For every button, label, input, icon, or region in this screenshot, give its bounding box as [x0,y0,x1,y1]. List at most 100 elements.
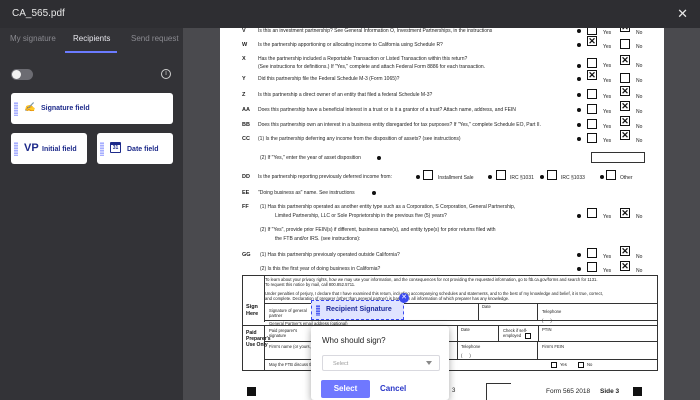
recipient-toggle[interactable] [11,69,33,80]
date-field-button[interactable]: 31 Date field [97,133,173,164]
initial-field-button[interactable]: VP Initial field [11,133,87,164]
gg1-yes-checkbox[interactable] [587,248,597,258]
yes-label: Yes [603,30,612,36]
signature-field-button[interactable]: ✍ Signature field [11,93,173,124]
row-code: Y [242,76,246,82]
question-text: Is this partnership a direct owner of an… [258,92,433,98]
question-text: Does this partnership own an interest in… [258,122,541,128]
popup-title: Who should sign? [322,336,386,345]
question-row: V Is this an investment partnership? See … [220,28,664,40]
self-employed-checkbox[interactable] [525,333,531,339]
no-checkbox[interactable]: ✕ [620,28,630,32]
close-icon[interactable]: ✕ [677,6,688,22]
active-tab-indicator [65,51,117,53]
initials-icon: VP [24,142,39,154]
row-code: BB [242,122,250,128]
date-field-label: Date field [127,146,159,153]
yes-checkbox[interactable] [587,28,597,35]
no-label: No [636,124,643,130]
no-checkbox[interactable]: ✕ [620,130,630,140]
ff-no-checkbox[interactable]: ✕ [620,208,630,218]
select-button[interactable]: Select [321,380,370,398]
yes-checkbox[interactable] [587,89,597,99]
signature-pen-icon: ✍ [24,103,36,113]
cancel-button[interactable]: Cancel [380,384,406,393]
no-label: No [636,30,643,36]
question-row: Z Is this partnership a direct owner of a… [220,86,664,104]
bullet [600,175,604,179]
row-ee: EE "Doing business as" name. See instruc… [220,190,664,202]
tab-my-signature[interactable]: My signature [10,34,56,43]
yes-checkbox[interactable]: ✕ [587,36,597,46]
row-code: AA [242,107,250,113]
calendar-icon: 31 [110,142,121,153]
no-checkbox[interactable]: ✕ [620,55,630,65]
gg1-no-checkbox[interactable]: ✕ [620,246,630,256]
drag-handle-icon [316,305,320,316]
asset-year-input[interactable] [591,152,645,163]
signature-field-label: Signature field [41,105,90,112]
recipient-signature-label: Recipient Signature [326,306,392,313]
yes-checkbox[interactable] [587,104,597,114]
yes-checkbox[interactable]: ✕ [587,70,597,80]
drag-handle-icon [14,101,18,116]
no-label: No [636,138,643,144]
info-icon[interactable]: i [161,69,171,79]
yes-label: Yes [603,63,612,69]
question-row: BB Does this partnership own an interest … [220,116,664,134]
bullet [577,253,581,257]
bullet [577,64,581,68]
yes-label: Yes [603,78,612,84]
title-bar: CA_565.pdf ✕ [0,0,700,28]
bullet [577,214,581,218]
bullet [416,175,420,179]
row-ff: FF (1) Has this partnership operated as … [242,204,643,242]
irc-1033-checkbox[interactable] [547,170,557,180]
no-checkbox[interactable]: ✕ [620,101,630,111]
no-label: No [636,109,643,115]
no-checkbox[interactable] [620,73,630,83]
no-label: No [636,44,643,50]
bullet [577,77,581,81]
tab-send-request[interactable]: Send request [131,34,179,43]
ff-yes-checkbox[interactable] [587,208,597,218]
row-code: CC [242,136,250,142]
question-text: Does this partnership have a beneficial … [258,107,516,113]
discuss-yes-checkbox[interactable] [551,362,557,368]
discuss-no-checkbox[interactable] [578,362,584,368]
remove-field-icon[interactable]: ✕ [399,293,409,303]
question-text: Did this partnership file the Federal Sc… [258,76,400,82]
no-checkbox[interactable] [620,39,630,49]
yes-checkbox[interactable] [587,119,597,129]
gg2-yes-checkbox[interactable] [587,262,597,272]
sidebar-tabs: My signature Recipients Send request [0,34,183,54]
row-code: Z [242,92,246,98]
signer-select[interactable]: Select [322,355,440,371]
question-row: AA Does this partnership have a beneficia… [220,101,664,119]
drag-handle-icon [100,141,104,156]
tab-recipients[interactable]: Recipients [73,34,110,43]
bullet [488,175,492,179]
sidebar: My signature Recipients Send request i ✍… [0,28,183,400]
bullet [577,29,581,33]
chevron-down-icon [426,361,432,365]
recipient-signature-field[interactable]: Recipient Signature [311,300,404,320]
yes-label: Yes [603,124,612,130]
yes-checkbox[interactable] [587,133,597,143]
question-text: Is this an investment partnership? See G… [258,28,493,34]
bullet [577,137,581,141]
question-text: (1) Is the partnership deferring any inc… [258,136,461,142]
row-gg1: GG (1) Has this partnership previously o… [242,246,643,260]
installment-sale-checkbox[interactable] [423,170,433,180]
bullet [577,123,581,127]
gg2-no-checkbox[interactable]: ✕ [620,261,630,271]
no-checkbox[interactable]: ✕ [620,116,630,126]
yes-label: Yes [603,109,612,115]
bullet [540,175,544,179]
irc-1031-checkbox[interactable] [496,170,506,180]
yes-checkbox[interactable] [587,58,597,68]
no-checkbox[interactable]: ✕ [620,86,630,96]
row-dd: DD Is the partnership reporting previous… [220,170,664,186]
other-checkbox[interactable] [606,170,616,180]
yes-label: Yes [603,44,612,50]
